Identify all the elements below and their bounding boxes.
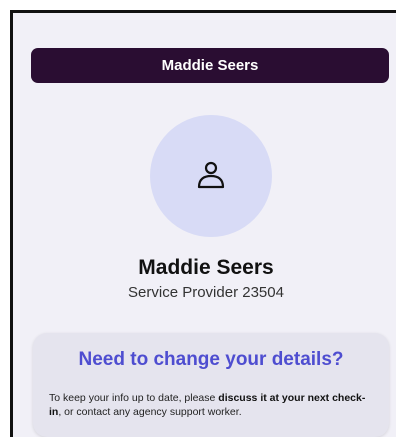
header-title: Maddie Seers (161, 57, 259, 74)
info-card: Need to change your details? To keep you… (33, 333, 389, 437)
profile-name: Maddie Seers (138, 256, 274, 279)
info-card-title: Need to change your details? (78, 349, 344, 370)
header-bar: Maddie Seers (31, 48, 389, 83)
avatar (150, 115, 272, 237)
user-icon (196, 159, 226, 194)
profile-role: Service Provider 23504 (128, 284, 284, 301)
app-frame: Maddie Seers Maddie Seers Service Provid… (10, 10, 396, 437)
info-card-text: To keep your info up to date, please dis… (49, 391, 375, 419)
info-text-part2: , or contact any agency support worker. (58, 406, 242, 418)
info-text-part1: To keep your info up to date, please (49, 392, 219, 404)
